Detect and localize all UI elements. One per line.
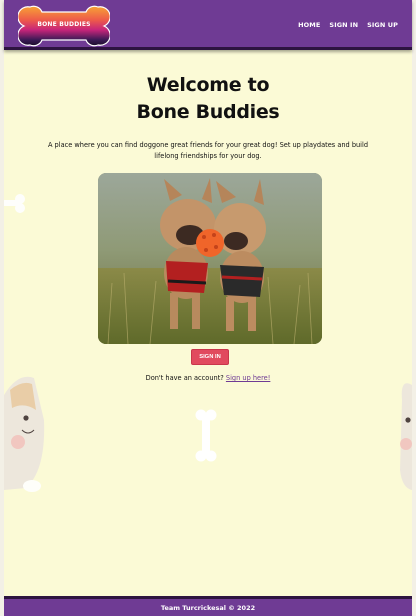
sign-in-button[interactable]: SIGN IN — [191, 349, 229, 365]
footer: Team Turcrickesal © 2022 — [4, 596, 412, 616]
bone-icon — [195, 409, 217, 462]
dogs-photo — [98, 173, 322, 344]
nav-home-link[interactable]: HOME — [298, 21, 320, 29]
signup-prompt-text: Don't have an account? — [145, 374, 224, 382]
nav-sign-up-link[interactable]: SIGN UP — [367, 21, 398, 29]
corgi-icon — [4, 376, 45, 492]
navbar: BONE BUDDIES HOME SIGN IN SIGN UP — [4, 0, 412, 50]
title-line-2: Bone Buddies — [136, 101, 280, 123]
ball-icon — [196, 229, 224, 257]
page-title: Welcome to Bone Buddies — [4, 72, 412, 126]
logo[interactable]: BONE BUDDIES — [17, 4, 111, 48]
logo-text: BONE BUDDIES — [37, 21, 91, 28]
nav-sign-in-link[interactable]: SIGN IN — [329, 21, 358, 29]
dogs-playing-photo-icon — [98, 173, 322, 344]
title-line-1: Welcome to — [146, 74, 270, 96]
bone-icon — [2, 194, 25, 213]
signup-prompt: Don't have an account? Sign up here! — [4, 374, 412, 382]
nav-links: HOME SIGN IN SIGN UP — [298, 21, 398, 29]
footer-text: Team Turcrickesal © 2022 — [160, 603, 256, 612]
corgi-icon — [400, 383, 412, 490]
intro-text: A place where you can find doggone great… — [47, 141, 369, 160]
sign-up-link[interactable]: Sign up here! — [226, 374, 270, 382]
